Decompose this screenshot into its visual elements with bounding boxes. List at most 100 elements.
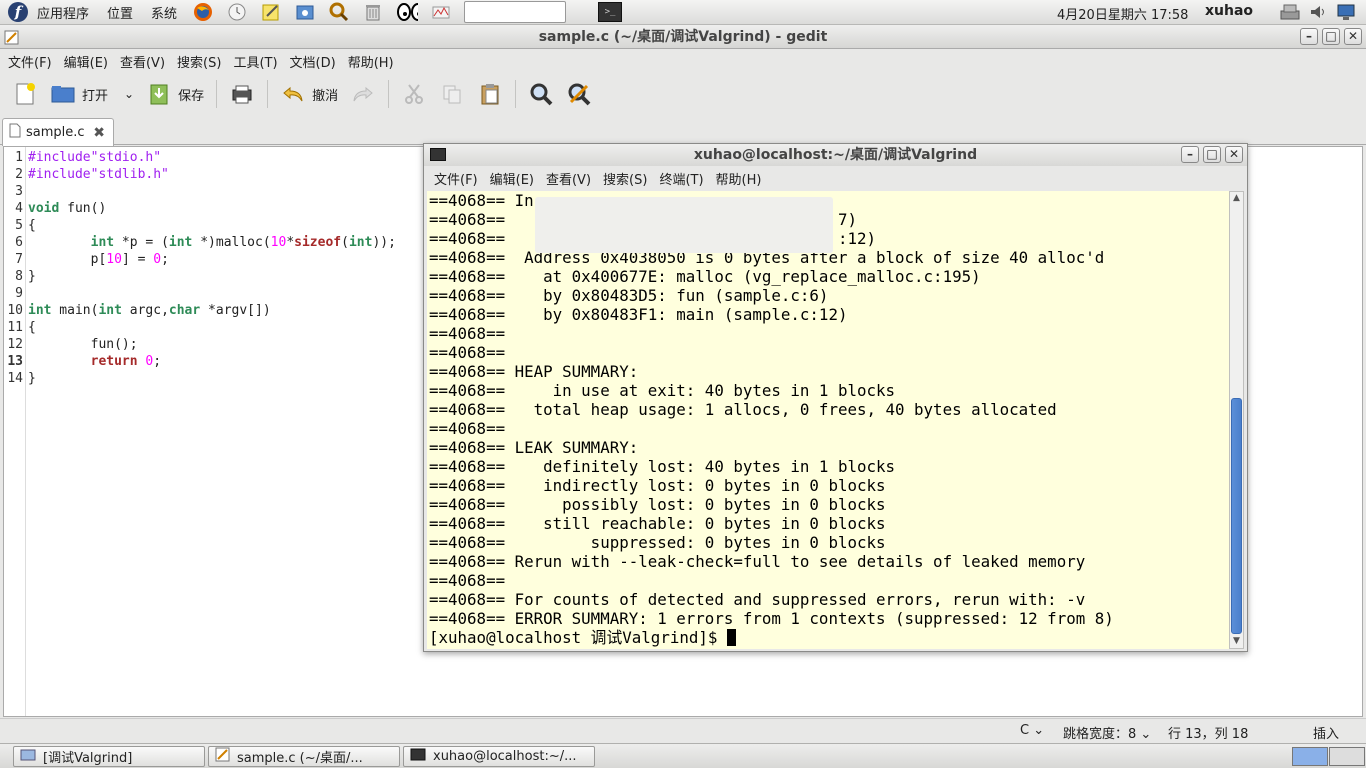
taskbar-item-terminal[interactable]: xuhao@localhost:~/... (403, 746, 595, 767)
menu-help[interactable]: 帮助(H) (342, 52, 400, 71)
trash-icon[interactable] (362, 1, 384, 23)
terminal-line: ==4068== at 0x400677E: malloc (vg_replac… (429, 267, 981, 286)
menu-system[interactable]: 系统 (142, 3, 186, 22)
tab-label: sample.c (26, 125, 85, 140)
scroll-up-icon[interactable]: ▲ (1230, 192, 1243, 205)
taskbar-label: xuhao@localhost:~/... (433, 749, 577, 764)
open-button[interactable]: 打开 ⌄ (44, 77, 140, 111)
gedit-titlebar[interactable]: sample.c (~/桌面/调试Valgrind) - gedit – □ ✕ (0, 25, 1366, 49)
code-token: { (28, 218, 36, 233)
mail-clock-icon[interactable] (226, 1, 248, 23)
terminal-titlebar[interactable]: xuhao@localhost:~/桌面/调试Valgrind – □ ✕ (424, 144, 1247, 166)
terminal-line: ==4068== (429, 571, 506, 590)
terminal-scrollbar[interactable]: ▲ ▼ (1229, 191, 1244, 649)
chevron-down-icon[interactable]: ⌄ (124, 87, 134, 101)
code-token: int (98, 303, 122, 318)
code-token: } (28, 371, 36, 386)
code-text: } (28, 370, 36, 387)
minimize-button[interactable]: – (1181, 146, 1199, 163)
menu-places[interactable]: 位置 (98, 3, 142, 22)
terminal-line: ==4068== indirectly lost: 0 bytes in 0 b… (429, 476, 886, 495)
line-number: 6 (15, 235, 23, 250)
menu-terminal[interactable]: 终端(T) (653, 169, 709, 188)
terminal-icon (430, 148, 446, 161)
volume-icon[interactable] (1308, 2, 1328, 22)
menu-file[interactable]: 文件(F) (428, 169, 484, 188)
system-monitor-icon[interactable] (430, 1, 452, 23)
workspace-1[interactable] (1292, 747, 1328, 766)
code-token: void (28, 201, 60, 216)
window-title: sample.c (~/桌面/调试Valgrind) - gedit (538, 29, 828, 45)
panel-search-input[interactable] (464, 1, 567, 23)
find-button[interactable] (522, 77, 560, 111)
fedora-logo-icon[interactable]: f (8, 2, 28, 22)
language-label: C (1020, 723, 1030, 738)
screenshot-icon[interactable] (294, 1, 316, 23)
menu-view[interactable]: 查看(V) (114, 52, 171, 71)
new-button[interactable] (6, 77, 44, 111)
terminal-line: ==4068== In (429, 191, 534, 210)
code-text: return 0; (28, 353, 161, 370)
network-icon[interactable] (1280, 2, 1300, 22)
terminal-screen[interactable]: ==4068== In ==4068== 7) ==4068== :12) ==406… (427, 191, 1229, 649)
taskbar-item-gedit[interactable]: sample.c (~/桌面/... (208, 746, 400, 767)
username[interactable]: xuhao (1205, 3, 1253, 19)
menu-edit[interactable]: 编辑(E) (58, 52, 114, 71)
text-editor-icon (215, 747, 230, 766)
menu-tools[interactable]: 工具(T) (227, 52, 283, 71)
minimize-button[interactable]: – (1300, 28, 1318, 45)
tab-sample-c[interactable]: sample.c ✖ (2, 118, 114, 146)
maximize-button[interactable]: □ (1322, 28, 1340, 45)
clock[interactable]: 4月20日星期六 17:58 (1057, 4, 1188, 23)
menu-file[interactable]: 文件(F) (2, 52, 58, 71)
scrollbar-thumb[interactable] (1231, 398, 1242, 634)
cut-button[interactable] (395, 77, 433, 111)
scroll-down-icon[interactable]: ▼ (1230, 635, 1243, 648)
taskbar-label: [调试Valgrind] (43, 751, 133, 766)
notes-icon[interactable] (260, 1, 282, 23)
terminal-line: ==4068== Rerun with --leak-check=full to… (429, 552, 1086, 571)
menu-search[interactable]: 搜索(S) (597, 169, 653, 188)
code-token: fun() (59, 201, 107, 216)
print-button[interactable] (223, 77, 261, 111)
workspace-2[interactable] (1329, 747, 1365, 766)
save-button[interactable]: 保存 (140, 77, 210, 111)
display-icon[interactable] (1336, 2, 1356, 22)
replace-button[interactable] (560, 77, 598, 111)
menu-view[interactable]: 查看(V) (540, 169, 597, 188)
paste-button[interactable] (471, 77, 509, 111)
terminal-line: ==4068== HEAP SUMMARY: (429, 362, 639, 381)
text-cursor (726, 629, 736, 646)
taskbar-item-folder[interactable]: [调试Valgrind] (13, 746, 205, 767)
tab-width-selector[interactable]: 跳格宽度：8 ⌄ (1063, 723, 1151, 742)
menu-search[interactable]: 搜索(S) (171, 52, 227, 71)
line-number: 2 (15, 167, 23, 182)
menu-documents[interactable]: 文档(D) (284, 52, 342, 71)
terminal-line: ==4068== LEAK SUMMARY: (429, 438, 639, 457)
gedit-menubar: 文件(F) 编辑(E) 查看(V) 搜索(S) 工具(T) 文档(D) 帮助(H… (0, 49, 1366, 73)
prompt-line[interactable]: [xuhao@localhost 调试Valgrind]$ (429, 628, 736, 647)
tab-close-icon[interactable]: ✖ (93, 125, 105, 141)
line-number: 4 (15, 201, 23, 216)
close-button[interactable]: ✕ (1225, 146, 1243, 163)
search-tool-icon[interactable] (328, 1, 350, 23)
maximize-button[interactable]: □ (1203, 146, 1221, 163)
code-token: main( (51, 303, 99, 318)
eyes-icon[interactable] (396, 1, 419, 23)
close-button[interactable]: ✕ (1344, 28, 1362, 45)
redo-button[interactable] (344, 77, 382, 111)
terminal-window[interactable]: xuhao@localhost:~/桌面/调试Valgrind – □ ✕ 文件… (423, 143, 1248, 652)
menu-applications[interactable]: 应用程序 (28, 3, 98, 22)
line-number: 7 (15, 252, 23, 267)
code-token: fun(); (28, 337, 138, 352)
save-icon (146, 81, 172, 107)
language-selector[interactable]: C ⌄ (1020, 723, 1044, 738)
menu-help[interactable]: 帮助(H) (710, 169, 768, 188)
firefox-icon[interactable] (192, 1, 214, 23)
menu-edit[interactable]: 编辑(E) (484, 169, 540, 188)
undo-button[interactable]: 撤消 (274, 77, 344, 111)
terminal-line: ==4068== in use at exit: 40 bytes in 1 b… (429, 381, 896, 400)
terminal-launcher-icon[interactable]: >_ (598, 2, 623, 22)
copy-button[interactable] (433, 77, 471, 111)
